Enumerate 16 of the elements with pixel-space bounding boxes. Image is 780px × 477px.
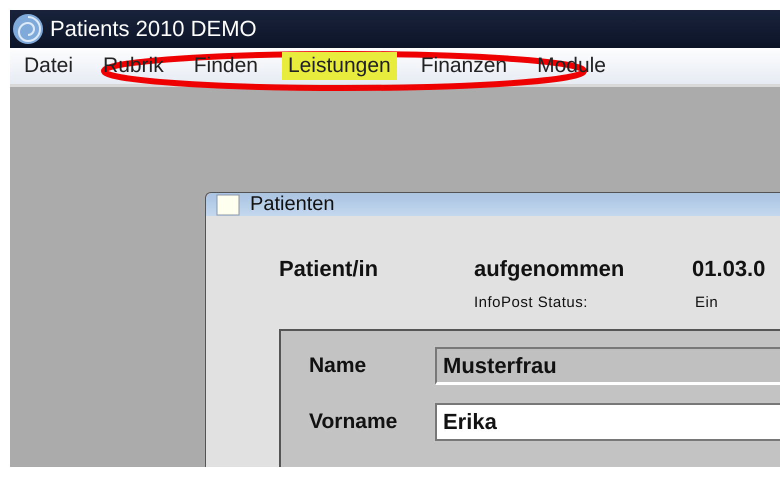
menu-item[interactable]: Datei [18,52,80,80]
logo-icon [12,13,44,45]
date-text: 01.03.0 [692,256,766,282]
field-label: Vorname [309,410,398,434]
dialog-title: Patienten [250,193,335,216]
window-title: Patients 2010 DEMO [50,16,257,42]
status-text: aufgenommen [474,256,626,282]
section-heading: Patient/in [279,256,380,282]
menu-item[interactable]: Leistungen [282,52,397,80]
input-field[interactable]: Erika [435,403,780,441]
menu-item[interactable]: Finden [188,52,264,80]
infopost-label: InfoPost Status: [474,294,589,311]
menu-item[interactable]: Finanzen [414,52,514,80]
infopost-value: Ein [695,294,720,311]
window-icon [216,194,240,216]
field-label: Name [309,354,368,378]
